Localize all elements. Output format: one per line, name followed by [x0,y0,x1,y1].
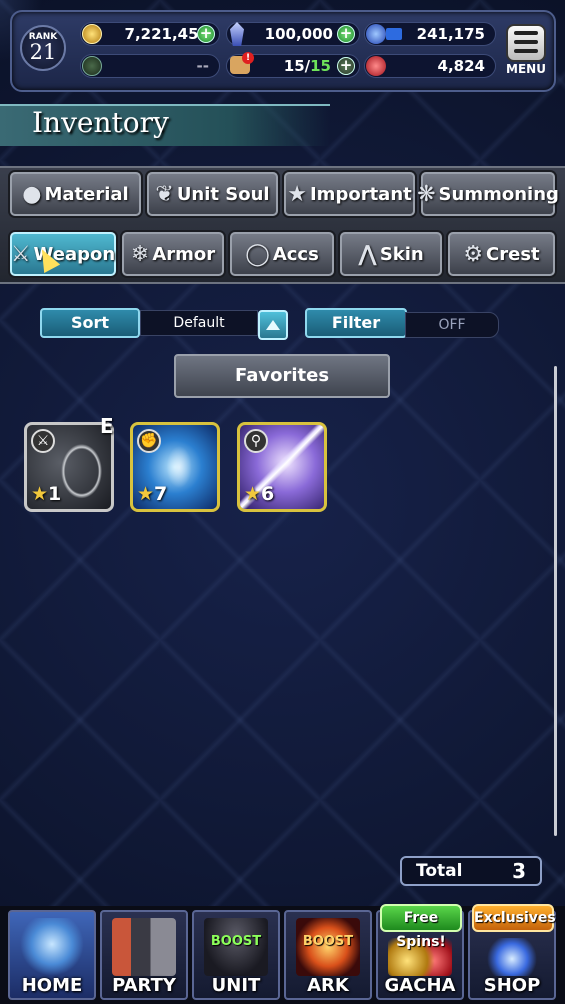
nav-unit[interactable]: BOOST UNIT [192,910,280,1000]
sort-order-toggle[interactable] [258,310,288,340]
unit-boost-badge: BOOST [210,934,262,949]
shop-crystal-icon [480,938,544,976]
gear-icon: ⚙ [463,241,484,267]
tab-important[interactable]: ★ Important [284,172,415,216]
rank-badge[interactable]: RANK 21 [20,25,66,71]
add-gold-button[interactable]: + [197,25,215,43]
sort-value[interactable]: Default [140,310,258,336]
tab-crest-label: Crest [486,243,540,265]
ring-icon: ◯ [245,241,270,267]
page-title: Inventory [32,106,169,139]
bag-icon: ● [22,181,42,207]
rarity-label: ★1 [31,483,62,505]
armor-icon: ❄ [130,241,150,267]
red-orb-value: 4,824 [437,57,485,75]
red-orb-icon [366,56,386,76]
tab-accs[interactable]: ◯ Accs [230,232,334,276]
tab-material-label: Material [44,183,129,205]
tab-unit-soul[interactable]: ❦ Unit Soul [147,172,278,216]
tab-weapon[interactable]: ⚔ Weapon [10,232,116,276]
sort-button[interactable]: Sort [40,308,140,338]
lapis-value: 100,000 [264,25,333,43]
exclusives-badge: Exclusives [472,904,556,932]
total-label: Total [416,861,463,881]
menu-label: MENU [506,62,546,76]
tab-skin[interactable]: ⋀ Skin [340,232,442,276]
fist-icon: ✊ [137,429,161,453]
tab-unit-soul-label: Unit Soul [176,183,270,205]
filter-value[interactable]: OFF [405,312,499,338]
home-icon [20,918,84,976]
stamina-value: 15/ [283,57,311,75]
tab-summoning[interactable]: ❋ Summoning [417,172,559,216]
summon-icon: ❋ [417,181,436,207]
hanger-icon: ⋀ [358,241,377,267]
ark-boost-badge: BOOST [302,934,354,949]
add-lapis-button[interactable]: + [337,25,355,43]
tab-crest[interactable]: ⚙ Crest [448,232,555,276]
energy-orb-icon [366,24,386,44]
rank-value: 21 [29,40,57,64]
add-stamina-button[interactable]: + [337,57,355,75]
tab-skin-label: Skin [379,243,424,265]
filter-button[interactable]: Filter [305,308,407,338]
nav-shop-label: SHOP [483,975,541,996]
nav-home[interactable]: HOME [8,910,96,1000]
tab-summoning-label: Summoning [438,183,559,205]
favorites-button[interactable]: Favorites [174,354,390,398]
stamina-max: 15 [310,57,331,75]
nav-unit-label: UNIT [211,975,261,996]
sword-icon: ⚔ [31,429,55,453]
tab-material[interactable]: ● Material [10,172,141,216]
nav-party-label: PARTY [112,975,176,996]
guild-emblem-icon [82,56,102,76]
gold-coin-icon [82,24,102,44]
sword-icon: ⚔ [10,241,31,267]
star-icon: ★ [287,181,307,207]
energy-bar-icon [386,28,402,40]
party-icon [112,918,176,976]
free-spins-badge: Free Spins! [380,904,462,950]
alert-icon: ! [242,52,254,64]
rarity-label: ★6 [244,483,275,505]
tab-armor-label: Armor [152,243,216,265]
weapon-slot-2[interactable]: ✊ ★7 [130,422,220,512]
total-value: 3 [512,859,526,883]
nav-ark[interactable]: BOOST ARK [284,910,372,1000]
flame-icon: ❦ [155,181,174,207]
tab-accs-label: Accs [272,243,319,265]
equipped-mark: E [100,414,114,438]
nav-gacha-label: GACHA [384,975,456,996]
energy-value: 241,175 [416,25,485,43]
weapon-slot-3[interactable]: ⚲ ★6 [237,422,327,512]
nav-ark-label: ARK [307,975,349,996]
rarity-label: ★7 [137,483,168,505]
nav-home-label: HOME [21,975,83,996]
nav-party[interactable]: PARTY [100,910,188,1000]
staff-icon: ⚲ [244,429,268,453]
menu-button[interactable] [506,24,546,62]
tab-armor[interactable]: ❄ Armor [122,232,224,276]
guild-value: -- [196,57,209,75]
tab-important-label: Important [309,183,412,205]
total-count: Total 3 [400,856,542,886]
scrollbar[interactable] [554,366,557,836]
